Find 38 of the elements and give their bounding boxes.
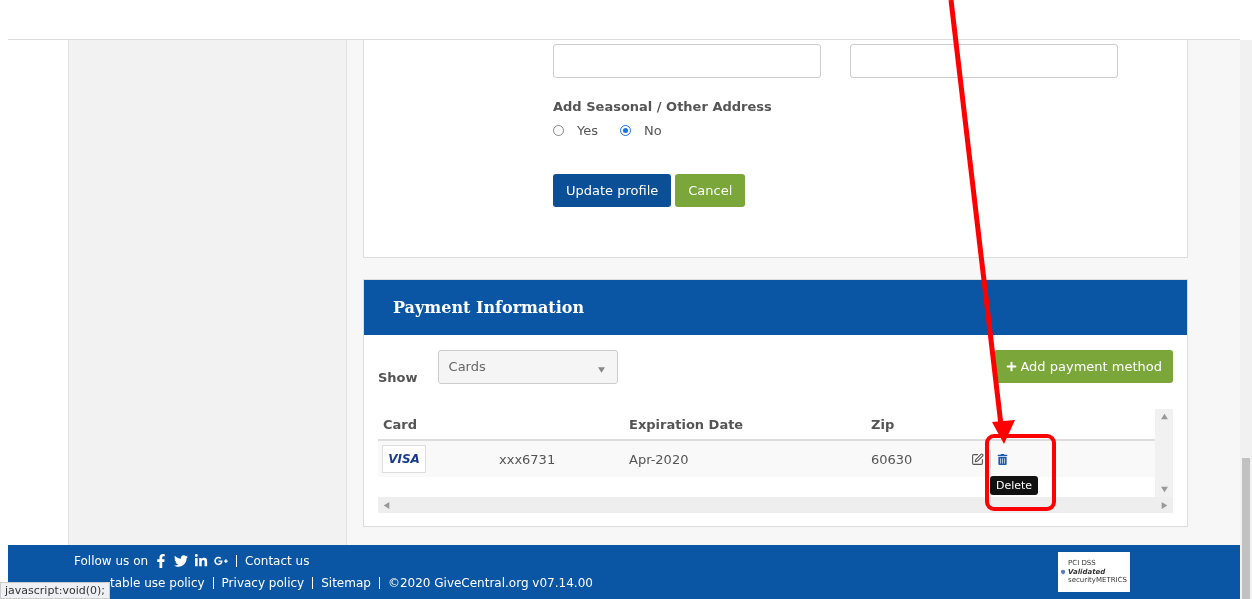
contact-link[interactable]: Contact us [245, 554, 310, 568]
table-cell-text: Apr-2020 [628, 451, 690, 467]
show-label: Show [378, 370, 418, 385]
vertical-scrollbar[interactable] [1155, 409, 1173, 497]
radio-option[interactable]: No [620, 123, 662, 138]
text-field[interactable] [850, 44, 1118, 78]
twitter-icon[interactable] [174, 554, 189, 568]
field-label: Add Seasonal / Other Address [553, 99, 773, 114]
tooltip: Delete [990, 476, 1039, 495]
caret-icon [597, 367, 605, 373]
plus-icon [1006, 361, 1018, 372]
visa-card-logo: VISA [382, 445, 426, 473]
copyright-text: ©2020 GiveCentral.org v07.14.00 [387, 576, 593, 590]
table-cell-text: xxx6731 [498, 451, 557, 467]
card-title: Payment Information [393, 298, 585, 317]
scroll-left-icon[interactable] [383, 501, 390, 509]
column-header: Expiration Date [628, 416, 745, 432]
horizontal-scrollbar[interactable] [378, 497, 1173, 513]
column-header: Card [382, 416, 419, 432]
scroll-down-icon[interactable] [1160, 486, 1168, 493]
table-cell-text: 60630 [870, 451, 914, 467]
radio-option[interactable]: Yes [553, 123, 598, 138]
edit-icon[interactable] [971, 452, 984, 466]
footer-link[interactable]: table use policy [110, 576, 205, 590]
column-header: Zip [870, 416, 896, 432]
trash-icon[interactable] [997, 453, 1008, 465]
scroll-up-icon[interactable] [1160, 413, 1168, 420]
footer-link[interactable]: Privacy policy [221, 576, 305, 590]
linkedin-icon[interactable] [194, 554, 209, 568]
page-scrollbar[interactable] [1240, 40, 1252, 599]
footer-link[interactable]: Sitemap [321, 576, 371, 590]
status-bar: javascript:void(0); [0, 582, 110, 599]
update-button[interactable]: Update profile [553, 174, 672, 207]
show-dropdown[interactable]: Cards [437, 350, 618, 384]
follow-label: Follow us on [74, 554, 149, 568]
scroll-right-icon[interactable] [1161, 501, 1168, 509]
google-plus-icon[interactable] [214, 554, 229, 568]
text-field[interactable] [553, 44, 821, 78]
